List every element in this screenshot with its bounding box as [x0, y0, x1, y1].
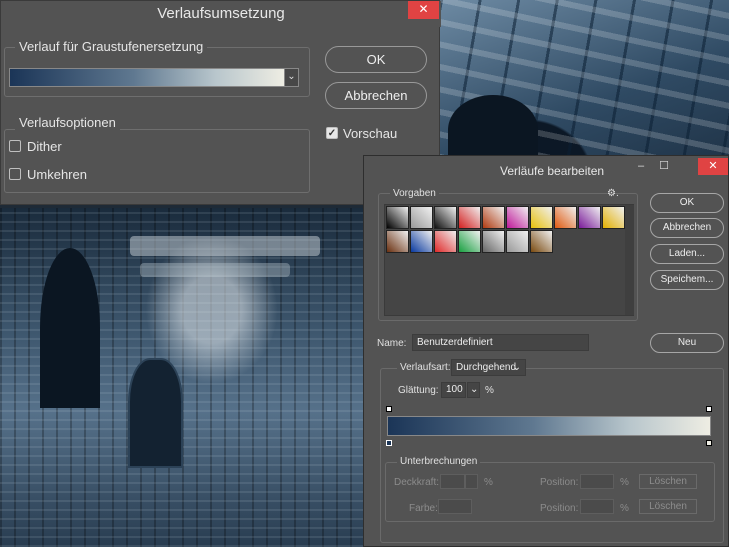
- stops-group-label: Unterbrechungen: [397, 456, 481, 467]
- opacity-unit: %: [484, 477, 493, 488]
- smoothness-unit: %: [485, 385, 494, 396]
- gradient-preview[interactable]: [9, 68, 285, 87]
- ok-button[interactable]: OK: [325, 46, 427, 73]
- opacity-stop-right[interactable]: [706, 406, 712, 412]
- cancel-button[interactable]: Abbrechen: [325, 82, 427, 109]
- preset-swatch[interactable]: [578, 206, 601, 229]
- minimize-button[interactable]: –: [633, 160, 649, 174]
- cancel-button[interactable]: Abbrechen: [650, 218, 724, 238]
- reverse-label: Umkehren: [27, 167, 87, 182]
- preset-swatch[interactable]: [410, 230, 433, 253]
- close-button[interactable]: ✕: [408, 1, 439, 19]
- color-stop-right[interactable]: [706, 440, 712, 446]
- color-label: Farbe:: [409, 503, 438, 514]
- preview-label: Vorschau: [343, 126, 398, 141]
- load-button[interactable]: Laden...: [650, 244, 724, 264]
- color-position-label: Position:: [540, 503, 579, 514]
- gradient-group-label: Verlauf für Graustufenersetzung: [15, 39, 208, 54]
- presets-scrollbar[interactable]: [625, 205, 634, 315]
- preset-swatch[interactable]: [434, 206, 457, 229]
- smoothness-input[interactable]: 100: [441, 382, 466, 398]
- stone-arch-left: [40, 248, 100, 408]
- save-button[interactable]: Speichem...: [650, 270, 724, 290]
- reverse-checkbox[interactable]: [9, 168, 21, 180]
- color-position-input[interactable]: [580, 499, 614, 514]
- dialog-title: Verläufe bearbeiten: [500, 164, 605, 178]
- gradient-bar[interactable]: [387, 416, 711, 436]
- photo-preview-top: [440, 0, 729, 165]
- color-stop-left[interactable]: [386, 440, 392, 446]
- opacity-position-input[interactable]: [580, 474, 614, 489]
- preset-swatch[interactable]: [530, 230, 553, 253]
- preset-swatch[interactable]: [482, 230, 505, 253]
- type-select-value: Durchgehend: [456, 362, 517, 373]
- color-delete-button[interactable]: Löschen: [639, 499, 697, 514]
- preset-swatch[interactable]: [506, 206, 529, 229]
- preset-swatch[interactable]: [458, 230, 481, 253]
- preset-swatch[interactable]: [410, 206, 433, 229]
- options-group-label: Verlaufsoptionen: [15, 115, 120, 130]
- arch-beam: [130, 236, 320, 256]
- gradient-dropdown-button[interactable]: ⌄: [284, 68, 299, 87]
- preset-swatch[interactable]: [530, 206, 553, 229]
- preset-swatch[interactable]: [386, 230, 409, 253]
- opacity-stop-left[interactable]: [386, 406, 392, 412]
- preset-swatch[interactable]: [602, 206, 625, 229]
- preset-swatch[interactable]: [506, 230, 529, 253]
- preset-swatch[interactable]: [434, 230, 457, 253]
- photo-preview-main: [0, 208, 365, 547]
- preset-swatch[interactable]: [554, 206, 577, 229]
- opacity-position-unit: %: [620, 477, 629, 488]
- color-swatch[interactable]: [438, 499, 472, 514]
- color-position-unit: %: [620, 503, 629, 514]
- open-door: [128, 358, 183, 468]
- opacity-label: Deckkraft:: [394, 477, 440, 488]
- dialog-title: Verlaufsumsetzung: [1, 1, 441, 27]
- smoothness-label: Glättung:: [398, 385, 439, 396]
- close-button[interactable]: ✕: [698, 158, 728, 175]
- presets-label: Vorgaben: [390, 188, 439, 199]
- opacity-input[interactable]: [440, 474, 465, 489]
- dither-label: Dither: [27, 139, 62, 154]
- preset-swatch[interactable]: [386, 206, 409, 229]
- new-button[interactable]: Neu: [650, 333, 724, 353]
- preview-checkbox[interactable]: ✓: [326, 127, 338, 139]
- maximize-button[interactable]: ☐: [656, 159, 672, 173]
- opacity-dropdown[interactable]: [465, 474, 478, 489]
- opacity-position-label: Position:: [540, 477, 579, 488]
- preset-swatch[interactable]: [482, 206, 505, 229]
- ok-button[interactable]: OK: [650, 193, 724, 213]
- smoothness-dropdown[interactable]: ⌄: [467, 382, 480, 398]
- arch-beam: [140, 263, 290, 277]
- name-label: Name:: [377, 338, 407, 349]
- chevron-down-icon: ⌄: [512, 362, 521, 373]
- gradient-editor-dialog: Verläufe bearbeiten – ☐ ✕ Vorgaben ⚙. OK…: [363, 155, 729, 547]
- dither-checkbox[interactable]: [9, 140, 21, 152]
- gear-icon[interactable]: ⚙.: [607, 188, 619, 199]
- name-input[interactable]: Benutzerdefiniert: [412, 334, 589, 351]
- type-label: Verlaufsart:: [397, 362, 454, 373]
- preset-swatch[interactable]: [458, 206, 481, 229]
- type-select[interactable]: Durchgehend ⌄: [451, 359, 526, 376]
- opacity-delete-button[interactable]: Löschen: [639, 474, 697, 489]
